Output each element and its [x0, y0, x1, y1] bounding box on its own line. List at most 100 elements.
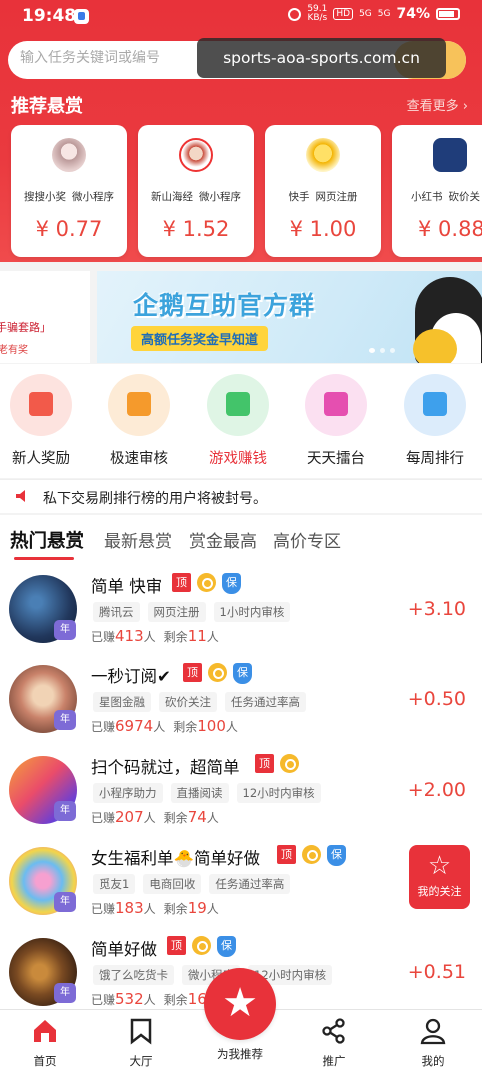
battery-icon: [436, 8, 460, 20]
banner-title: 企鹅互助官方群: [133, 291, 316, 320]
recommend-for-me-label: 为我推荐: [217, 1047, 263, 1061]
tab-latest[interactable]: 最新悬赏: [104, 527, 172, 552]
signal-5g-2: 5G: [377, 9, 391, 19]
document-icon: [108, 374, 170, 436]
nav-mine[interactable]: 我的: [393, 1010, 473, 1069]
task-title: 简单好做: [91, 940, 157, 959]
year-badge: 年: [54, 620, 76, 640]
battery-percent: 74%: [396, 6, 430, 22]
top-badge: 顶: [167, 936, 186, 955]
top-badge: 顶: [172, 573, 191, 592]
top-badge: 顶: [183, 663, 202, 682]
tab-high-price[interactable]: 高价专区: [273, 527, 341, 552]
task-title: 女生福利单🐣简单好做: [91, 849, 261, 868]
guarantee-badge: 保: [233, 663, 252, 684]
card-price: ¥ 0.88: [418, 217, 482, 241]
task-tags: 腾讯云 网页注册 1小时内审核: [93, 602, 291, 622]
coin-icon: [192, 936, 211, 955]
task-title: 简单 快审: [91, 577, 163, 596]
status-time: 19:48: [22, 6, 77, 26]
tab-highest-reward[interactable]: 赏金最高: [189, 527, 257, 552]
task-avatar: [306, 138, 340, 172]
task-tags: 小程序助力 直播阅读 12小时内审核: [93, 783, 321, 803]
task-stats: 已赚6974人 剩余100人: [91, 717, 238, 735]
my-follow-button[interactable]: ☆ 我的关注: [409, 845, 470, 909]
active-tab-indicator: [14, 557, 74, 560]
share-icon: [322, 1018, 345, 1044]
quick-entries: 新人奖励 极速审核 游戏赚钱 天天擂台 每周排行: [0, 364, 482, 478]
recommended-card[interactable]: 新山海经 微小程序 ¥ 1.52: [138, 125, 254, 257]
card-price: ¥ 1.00: [289, 217, 357, 241]
coin-illustration: [413, 329, 457, 363]
task-reward: +0.51: [407, 961, 466, 983]
task-reward: +2.00: [407, 779, 466, 801]
banner-prev-slide[interactable]: 手骗套路」 老有奖: [0, 271, 90, 363]
bookmark-icon: [130, 1018, 152, 1045]
recommended-card[interactable]: 快手 网页注册 ¥ 1.00: [265, 125, 381, 257]
recommend-for-me-button[interactable]: ★: [204, 968, 276, 1040]
star-icon: ☆: [427, 851, 452, 881]
network-speed: 59.1 KB/s: [307, 4, 328, 23]
coin-icon: [208, 663, 227, 682]
quick-entry-game[interactable]: 游戏赚钱: [190, 374, 286, 468]
nav-promote[interactable]: 推广: [294, 1010, 374, 1069]
notice-text: 私下交易刷排行榜的用户将被封号。: [43, 491, 267, 507]
promo-banner[interactable]: 企鹅互助官方群 高额任务奖金早知道: [97, 271, 482, 363]
guarantee-badge: 保: [217, 936, 236, 957]
task-avatar: [52, 138, 86, 172]
quick-entry-arena[interactable]: 天天擂台: [288, 374, 384, 468]
alarm-icon: [288, 7, 302, 21]
search-input[interactable]: [20, 50, 220, 66]
nav-home[interactable]: 首页: [5, 1010, 85, 1069]
year-badge: 年: [54, 801, 76, 821]
quick-entry-new-user[interactable]: 新人奖励: [0, 374, 89, 468]
gift-icon: [10, 374, 72, 436]
signal-5g-1: 5G: [359, 9, 372, 19]
task-avatar: [179, 138, 213, 172]
quick-entry-fast-review[interactable]: 极速审核: [91, 374, 187, 468]
year-badge: 年: [54, 710, 76, 730]
quick-entry-ranking[interactable]: 每周排行: [387, 374, 482, 468]
task-list: 年 简单 快审 顶 保 腾讯云 网页注册 1小时内审核 已赚413人 剩余11人 +3…: [0, 563, 482, 1009]
notice-bar[interactable]: 私下交易刷排行榜的用户将被封号。: [0, 479, 482, 513]
header-area: 19:48 59.1KB/s HD 5G 5G 74% sports-aoa-s…: [0, 0, 482, 262]
coin-icon: [280, 754, 299, 773]
task-badges: 顶 保: [172, 573, 241, 594]
task-reward: +3.10: [407, 598, 466, 620]
task-badges: 顶 保: [167, 936, 236, 957]
task-tags: 星图金融 砍价关注 任务通过率高: [93, 692, 306, 712]
task-row[interactable]: 年 扫个码就过，超简单 顶 小程序助力 直播阅读 12小时内审核 已赚207人 剩余7…: [0, 746, 482, 836]
task-reward: +0.50: [407, 688, 466, 710]
guarantee-badge: 保: [222, 573, 241, 594]
coin-icon: [302, 845, 321, 864]
task-stats: 已赚183人 剩余19人: [91, 899, 219, 917]
coin-icon: [197, 573, 216, 592]
home-icon: [34, 1020, 56, 1042]
bar-chart-icon: [404, 374, 466, 436]
year-badge: 年: [54, 892, 76, 912]
guarantee-badge: 保: [327, 845, 346, 866]
user-icon: [420, 1018, 446, 1045]
top-badge: 顶: [255, 754, 274, 773]
tab-hot[interactable]: 热门悬赏: [10, 527, 84, 553]
year-badge: 年: [54, 983, 76, 1003]
banner-dots: [369, 348, 395, 353]
task-row[interactable]: 年 一秒订阅✔ 顶 保 星图金融 砍价关注 任务通过率高 已赚6974人 剩余100人…: [0, 655, 482, 745]
view-more-link[interactable]: 查看更多 ›: [407, 95, 468, 114]
task-stats: 已赚532人 剩余16: [91, 990, 207, 1008]
task-title: 一秒订阅✔: [91, 667, 171, 686]
card-price: ¥ 0.77: [35, 217, 103, 241]
card-price: ¥ 1.52: [162, 217, 230, 241]
nav-hall[interactable]: 大厅: [101, 1010, 181, 1069]
recommended-title: 推荐悬赏: [11, 96, 83, 117]
task-badges: 顶: [255, 754, 299, 773]
task-row[interactable]: 年 简单 快审 顶 保 腾讯云 网页注册 1小时内审核 已赚413人 剩余11人 +3…: [0, 565, 482, 655]
recommended-card[interactable]: 小红书 砍价关 ¥ 0.88: [392, 125, 482, 257]
task-stats: 已赚207人 剩余74人: [91, 808, 219, 826]
task-tabs: 热门悬赏 最新悬赏 赏金最高 高价专区: [0, 515, 482, 563]
speaker-icon: [16, 490, 25, 502]
recommended-card[interactable]: 搜搜小奖 微小程序 ¥ 0.77: [11, 125, 127, 257]
task-avatar: [433, 138, 467, 172]
gamepad-icon: [207, 374, 269, 436]
status-bar: 19:48 59.1 KB/s HD 5G 5G 74%: [0, 0, 482, 34]
